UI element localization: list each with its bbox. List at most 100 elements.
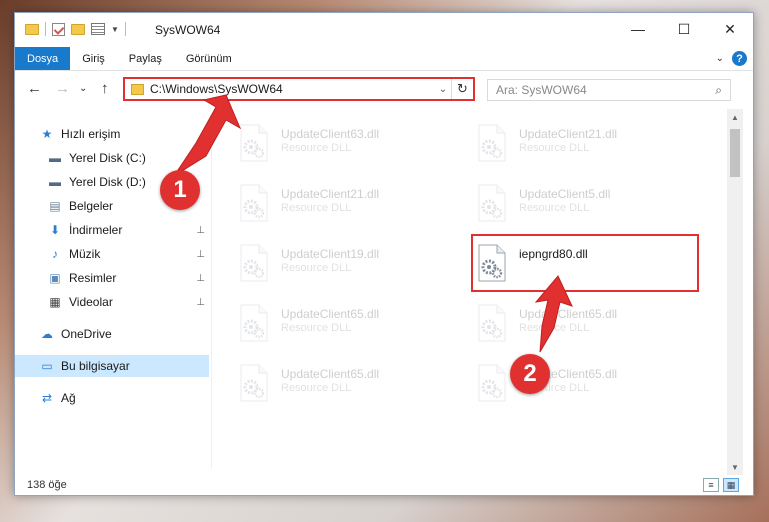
file-type: Resource DLL: [281, 142, 352, 154]
sidebar-item[interactable]: ⬇ İndirmeler ⊥: [15, 219, 209, 241]
dll-file-icon: [237, 123, 271, 163]
ribbon-help-area: ⌄ ?: [716, 47, 747, 70]
forward-button[interactable]: →: [55, 80, 70, 97]
sidebar-item[interactable]: ♪ Müzik ⊥: [15, 243, 209, 265]
window-controls: — ☐ ✕: [615, 13, 753, 45]
network-icon: ⇄: [41, 391, 53, 405]
download-icon: ⬇: [49, 223, 61, 237]
search-icon[interactable]: ⌕: [715, 83, 722, 98]
tab-gorunum[interactable]: Görünüm: [174, 47, 244, 70]
file-item[interactable]: UpdateClient19.dll Resource DLL: [237, 243, 457, 289]
pin-icon[interactable]: ⊥: [196, 225, 205, 236]
search-box[interactable]: Ara: SysWOW64 ⌕: [487, 79, 731, 101]
file-name: UpdateClient21.dll: [281, 187, 380, 201]
sidebar-item-label: Yerel Disk (C:): [69, 151, 146, 165]
window-title: SysWOW64: [155, 23, 221, 37]
explorer-window: ▼ SysWOW64 — ☐ ✕ Dosya Giriş Paylaş Görü…: [14, 12, 754, 496]
file-type: Resource DLL: [281, 202, 352, 214]
expand-ribbon-icon[interactable]: ⌄: [716, 53, 724, 64]
pin-icon[interactable]: ⊥: [196, 249, 205, 260]
scroll-thumb[interactable]: [730, 129, 740, 177]
refresh-button[interactable]: ↻: [451, 79, 473, 99]
maximize-button[interactable]: ☐: [661, 13, 707, 45]
toolbar-separator: [45, 22, 46, 36]
sidebar-item-label: Videolar: [69, 295, 113, 309]
file-item[interactable]: UpdateClient65.dll Resource DLL: [237, 363, 457, 409]
callout-badge-1: 1: [160, 170, 200, 210]
scroll-up-icon[interactable]: ▲: [727, 109, 743, 125]
sidebar-item-label: Resimler: [69, 271, 117, 285]
dll-file-icon: [475, 123, 509, 163]
file-item[interactable]: UpdateClient65.dll Resource DLL: [237, 303, 457, 349]
file-item[interactable]: UpdateClient5.dll Resource DLL: [475, 183, 695, 229]
file-type: Resource DLL: [281, 262, 352, 274]
drive-icon: ▬: [49, 151, 61, 165]
sidebar-item[interactable]: ★ Hızlı erişim: [15, 123, 209, 145]
details-view-icon[interactable]: ≡: [703, 478, 719, 492]
file-highlight-box: [471, 234, 699, 292]
minimize-button[interactable]: —: [615, 13, 661, 45]
file-name: UpdateClient65.dll: [281, 307, 380, 321]
status-bar: 138 öğe ≡ ▦: [15, 475, 753, 495]
sidebar-item-label: Bu bilgisayar: [61, 359, 130, 373]
up-button[interactable]: ↑: [101, 80, 109, 97]
sidebar-item-label: Hızlı erişim: [61, 127, 121, 141]
tab-giris[interactable]: Giriş: [70, 47, 117, 70]
drive-icon: ▬: [49, 175, 61, 189]
file-item[interactable]: UpdateClient65.dll Resource DLL: [475, 303, 695, 349]
sidebar-item-label: OneDrive: [61, 327, 112, 341]
properties-icon[interactable]: [91, 23, 105, 35]
close-button[interactable]: ✕: [707, 13, 753, 45]
dll-file-icon: [475, 303, 509, 343]
tab-paylas[interactable]: Paylaş: [117, 47, 174, 70]
dll-file-icon: [475, 363, 509, 403]
folder-icon: [25, 23, 39, 35]
file-item[interactable]: UpdateClient21.dll Resource DLL: [475, 123, 695, 169]
pin-icon[interactable]: ⊥: [196, 273, 205, 284]
pin-icon[interactable]: ⊥: [196, 297, 205, 308]
file-item[interactable]: UpdateClient21.dll Resource DLL: [237, 183, 457, 229]
dll-file-icon: [237, 183, 271, 223]
sidebar-item-label: Ağ: [61, 391, 76, 405]
sidebar-item-label: Belgeler: [69, 199, 114, 213]
pictures-icon: ▣: [49, 271, 61, 285]
file-name: UpdateClient65.dll: [519, 307, 618, 321]
help-icon[interactable]: ?: [732, 51, 747, 66]
recent-locations-button[interactable]: ⌄: [79, 83, 87, 94]
sidebar-item[interactable]: ▦ Videolar ⊥: [15, 291, 209, 313]
sidebar-item[interactable]: ⇄ Ağ: [15, 387, 209, 409]
title-bar: ▼ SysWOW64 — ☐ ✕: [15, 13, 753, 47]
dll-file-icon: [237, 303, 271, 343]
customize-toolbar-icon[interactable]: ▼: [111, 25, 119, 34]
address-dropdown-icon[interactable]: ⌄: [435, 84, 451, 95]
pane-divider[interactable]: [211, 117, 212, 469]
tab-dosya[interactable]: Dosya: [15, 47, 71, 70]
scroll-down-icon[interactable]: ▼: [727, 459, 743, 475]
tiles-view-icon[interactable]: ▦: [723, 478, 739, 492]
cloud-icon: ☁: [41, 327, 53, 341]
file-name: UpdateClient19.dll: [281, 247, 380, 261]
file-type: Resource DLL: [519, 142, 590, 154]
sidebar-item[interactable]: ▣ Resimler ⊥: [15, 267, 209, 289]
view-switcher: ≡ ▦: [703, 478, 739, 492]
sidebar-item[interactable]: ▭ Bu bilgisayar: [15, 355, 209, 377]
vertical-scrollbar[interactable]: ▲ ▼: [727, 109, 743, 475]
sidebar-item[interactable]: ☁ OneDrive: [15, 323, 209, 345]
folder-icon: [131, 83, 144, 95]
file-type: Resource DLL: [281, 382, 352, 394]
file-type: Resource DLL: [281, 322, 352, 334]
documents-icon: ▤: [49, 199, 61, 213]
sidebar-item[interactable]: ▬ Yerel Disk (C:): [15, 147, 209, 169]
computer-icon: ▭: [41, 359, 53, 373]
address-bar[interactable]: C:\Windows\SysWOW64 ⌄ ↻: [123, 77, 475, 101]
file-item[interactable]: UpdateClient65.dll Resource DLL: [475, 363, 695, 409]
new-folder-icon[interactable]: [71, 23, 85, 35]
sidebar-item-label: Yerel Disk (D:): [69, 175, 146, 189]
address-path[interactable]: C:\Windows\SysWOW64: [150, 82, 435, 96]
back-button[interactable]: ←: [27, 80, 42, 97]
search-input[interactable]: Ara: SysWOW64: [496, 83, 715, 97]
file-name: UpdateClient65.dll: [281, 367, 380, 381]
sidebar-item-label: İndirmeler: [69, 223, 123, 237]
properties-check-icon[interactable]: [52, 22, 65, 36]
file-item[interactable]: UpdateClient63.dll Resource DLL: [237, 123, 457, 169]
